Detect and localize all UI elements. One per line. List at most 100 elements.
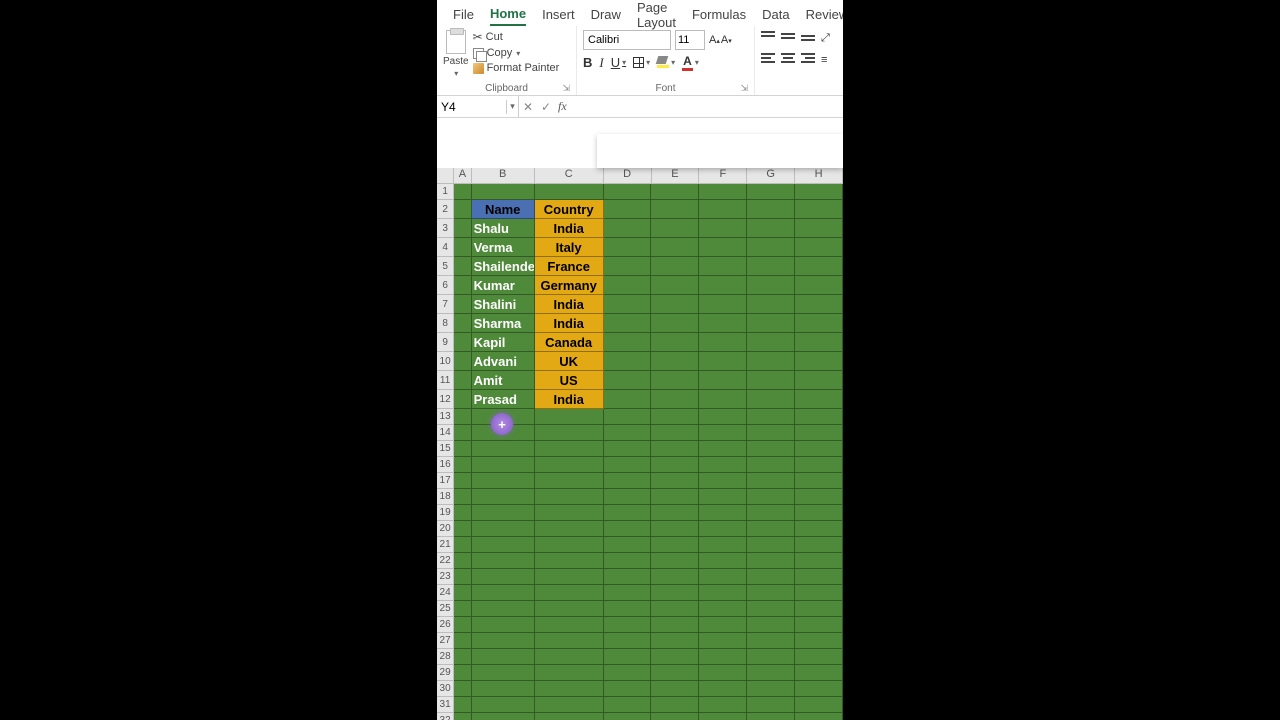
- cell-A21[interactable]: [454, 537, 471, 553]
- cell-D30[interactable]: [604, 681, 652, 697]
- cell-G15[interactable]: [747, 441, 795, 457]
- cell-E2[interactable]: [651, 200, 699, 219]
- cell-E14[interactable]: [651, 425, 699, 441]
- cell-H16[interactable]: [795, 457, 843, 473]
- cell-H9[interactable]: [795, 333, 843, 352]
- grow-font-button[interactable]: A▴: [709, 34, 720, 46]
- row-header[interactable]: 11: [437, 371, 454, 390]
- cell-A11[interactable]: [454, 371, 471, 390]
- cell-H28[interactable]: [795, 649, 843, 665]
- cell-C5[interactable]: France: [535, 257, 604, 276]
- cell-A5[interactable]: [454, 257, 471, 276]
- cell-F23[interactable]: [699, 569, 747, 585]
- row-header[interactable]: 9: [437, 333, 454, 352]
- cell-F25[interactable]: [699, 601, 747, 617]
- cell-D3[interactable]: [604, 219, 652, 238]
- cell-E3[interactable]: [651, 219, 699, 238]
- row-header[interactable]: 10: [437, 352, 454, 371]
- row-header[interactable]: 26: [437, 617, 454, 633]
- align-left-button[interactable]: [761, 52, 775, 64]
- orientation-button[interactable]: ⤢: [821, 30, 830, 46]
- cell-D26[interactable]: [604, 617, 652, 633]
- cell-D4[interactable]: [604, 238, 652, 257]
- col-header-b[interactable]: B: [472, 168, 535, 183]
- col-header-c[interactable]: C: [535, 168, 604, 183]
- cell-H10[interactable]: [795, 352, 843, 371]
- cell-D21[interactable]: [604, 537, 652, 553]
- cell-A30[interactable]: [454, 681, 471, 697]
- cell-G31[interactable]: [747, 697, 795, 713]
- row-header[interactable]: 16: [437, 457, 454, 473]
- cell-E17[interactable]: [651, 473, 699, 489]
- fill-color-button[interactable]: ▾: [657, 58, 675, 68]
- cell-H6[interactable]: [795, 276, 843, 295]
- cell-D11[interactable]: [604, 371, 652, 390]
- cell-A19[interactable]: [454, 505, 471, 521]
- align-bottom-button[interactable]: [801, 30, 815, 42]
- cell-A3[interactable]: [454, 219, 471, 238]
- cell-C1[interactable]: [535, 184, 604, 200]
- cell-A12[interactable]: [454, 390, 471, 409]
- cell-B23[interactable]: [472, 569, 535, 585]
- cell-B22[interactable]: [472, 553, 535, 569]
- cell-B29[interactable]: [472, 665, 535, 681]
- cell-B6[interactable]: Kumar: [472, 276, 535, 295]
- cell-D1[interactable]: [604, 184, 652, 200]
- copy-button[interactable]: Copy ▾: [473, 47, 560, 59]
- align-center-button[interactable]: [781, 52, 795, 64]
- select-all-corner[interactable]: [437, 168, 454, 183]
- cell-A2[interactable]: [454, 200, 471, 219]
- cell-G13[interactable]: [747, 409, 795, 425]
- cell-B1[interactable]: [472, 184, 535, 200]
- cell-B3[interactable]: Shalu: [472, 219, 535, 238]
- cell-E26[interactable]: [651, 617, 699, 633]
- cell-F20[interactable]: [699, 521, 747, 537]
- cell-G18[interactable]: [747, 489, 795, 505]
- cell-E9[interactable]: [651, 333, 699, 352]
- cell-B31[interactable]: [472, 697, 535, 713]
- cell-E13[interactable]: [651, 409, 699, 425]
- row-header[interactable]: 17: [437, 473, 454, 489]
- cell-E28[interactable]: [651, 649, 699, 665]
- cell-C24[interactable]: [535, 585, 604, 601]
- cell-H25[interactable]: [795, 601, 843, 617]
- cell-C28[interactable]: [535, 649, 604, 665]
- cell-A9[interactable]: [454, 333, 471, 352]
- align-top-button[interactable]: [761, 30, 775, 42]
- formula-input[interactable]: [570, 100, 843, 114]
- row-header[interactable]: 20: [437, 521, 454, 537]
- cell-C23[interactable]: [535, 569, 604, 585]
- cell-B16[interactable]: [472, 457, 535, 473]
- cell-H15[interactable]: [795, 441, 843, 457]
- cell-F8[interactable]: [699, 314, 747, 333]
- cell-C13[interactable]: [535, 409, 604, 425]
- cell-E31[interactable]: [651, 697, 699, 713]
- cell-F32[interactable]: [699, 713, 747, 720]
- cell-G23[interactable]: [747, 569, 795, 585]
- cell-D17[interactable]: [604, 473, 652, 489]
- cell-F2[interactable]: [699, 200, 747, 219]
- cell-A14[interactable]: [454, 425, 471, 441]
- cell-E7[interactable]: [651, 295, 699, 314]
- row-header[interactable]: 28: [437, 649, 454, 665]
- cell-G29[interactable]: [747, 665, 795, 681]
- cell-C11[interactable]: US: [535, 371, 604, 390]
- row-header[interactable]: 31: [437, 697, 454, 713]
- cell-D2[interactable]: [604, 200, 652, 219]
- cell-C15[interactable]: [535, 441, 604, 457]
- cell-C8[interactable]: India: [535, 314, 604, 333]
- col-header-h[interactable]: H: [795, 168, 843, 183]
- cell-A24[interactable]: [454, 585, 471, 601]
- cell-A4[interactable]: [454, 238, 471, 257]
- cell-C16[interactable]: [535, 457, 604, 473]
- cell-E4[interactable]: [651, 238, 699, 257]
- cell-D19[interactable]: [604, 505, 652, 521]
- cell-D25[interactable]: [604, 601, 652, 617]
- name-box[interactable]: [437, 100, 507, 114]
- cell-B14[interactable]: [472, 425, 535, 441]
- cell-E11[interactable]: [651, 371, 699, 390]
- cell-C25[interactable]: [535, 601, 604, 617]
- enter-formula-button[interactable]: ✓: [537, 100, 555, 114]
- cell-C3[interactable]: India: [535, 219, 604, 238]
- row-header[interactable]: 7: [437, 295, 454, 314]
